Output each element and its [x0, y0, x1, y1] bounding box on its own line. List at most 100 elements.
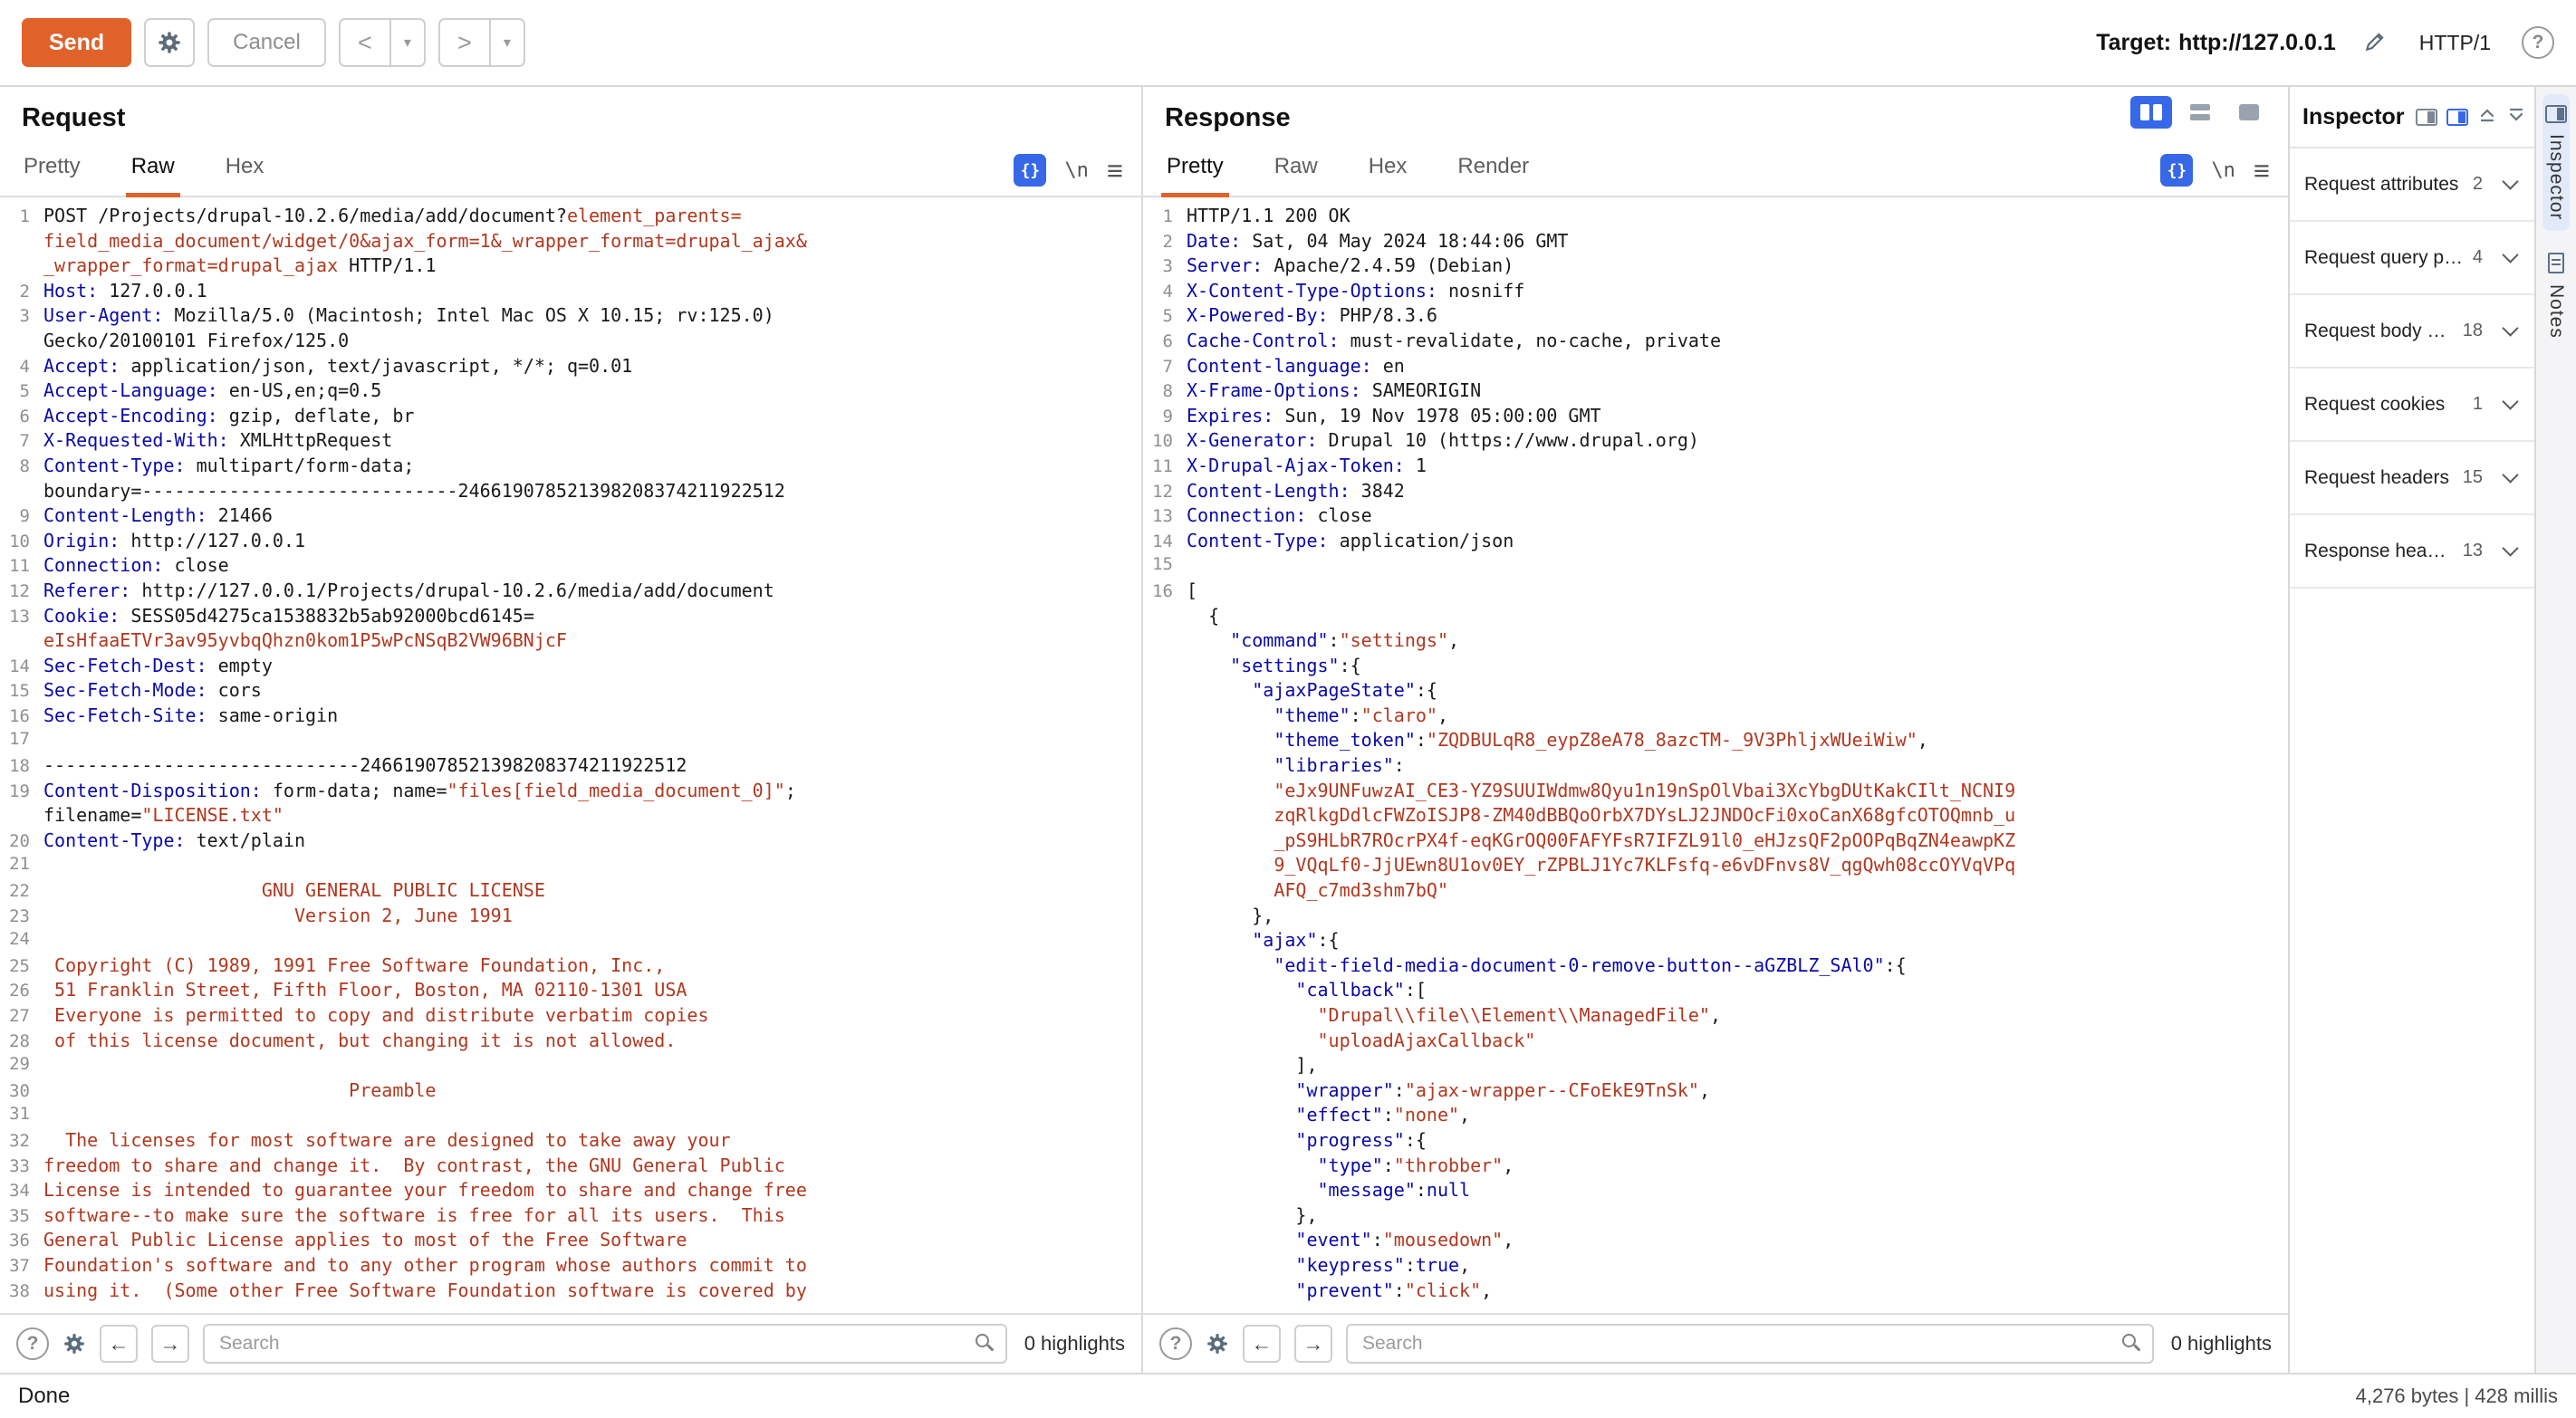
show-newlines-toggle[interactable]: \n [2211, 159, 2235, 182]
history-back-caret[interactable]: ▾ [389, 20, 424, 65]
line-text: Content-Type: text/plain [43, 829, 305, 851]
code-line: _wrapper_format=drupal_ajax HTTP/1.1 [0, 254, 1141, 280]
target-value: http://127.0.0.1 [2178, 30, 2336, 55]
inspector-section-response-headers[interactable]: Response headers13 [2290, 515, 2534, 589]
tab-pretty[interactable]: Pretty [18, 154, 86, 197]
layout-toggle-group [2130, 96, 2270, 129]
line-text: of this license document, but changing i… [43, 1030, 676, 1051]
line-text: Accept-Encoding: gzip, deflate, br [43, 405, 414, 426]
dock-tab-notes[interactable]: Notes [2542, 242, 2570, 350]
search-settings-button[interactable] [1206, 1332, 1229, 1356]
line-text: "prevent":"click", [1187, 1279, 1492, 1301]
help-icon[interactable]: ? [2522, 26, 2554, 59]
tab-render[interactable]: Render [1452, 154, 1534, 197]
braces-icon: {} [2167, 161, 2187, 180]
tab-hex[interactable]: Hex [1363, 154, 1413, 197]
line-text: Foundation's software and to any other p… [43, 1254, 807, 1276]
status-message: Done [18, 1384, 70, 1409]
tab-hex[interactable]: Hex [220, 154, 270, 197]
line-number: 16 [0, 706, 43, 726]
http-version-selector[interactable]: HTTP/1 [2419, 31, 2491, 55]
line-text: "type":"throbber", [1187, 1155, 1514, 1176]
request-editor-icons: {} \n ≡ [1014, 154, 1123, 196]
prev-match-button[interactable]: ← [100, 1325, 138, 1363]
editor-menu-button[interactable]: ≡ [2254, 157, 2270, 185]
inspector-section-request-headers[interactable]: Request headers15 [2290, 442, 2534, 515]
section-count: 2 [2464, 174, 2483, 195]
inspector-section-request-attributes[interactable]: Request attributes2 [2290, 149, 2534, 222]
tab-pretty[interactable]: Pretty [1161, 154, 1229, 197]
line-number: 23 [0, 906, 43, 926]
side-dock-strip: Inspector Notes [2534, 87, 2576, 1373]
send-button[interactable]: Send [22, 18, 131, 67]
code-line: "keypress":true, [1143, 1254, 2288, 1279]
line-text: "theme_token":"ZQDBULqR8_eypZ8eA78_8azcT… [1187, 729, 1928, 751]
expand-all-icon[interactable] [2506, 105, 2526, 129]
request-title: Request [22, 103, 1120, 133]
inspector-sections: Request attributes2Request query paramet… [2290, 147, 2534, 589]
line-number: 14 [1143, 532, 1187, 551]
line-text: The licenses for most software are desig… [43, 1129, 731, 1151]
history-forward-button[interactable]: > [440, 20, 489, 65]
code-line: 9Expires: Sun, 19 Nov 1978 05:00:00 GMT [1143, 405, 2288, 430]
tab-raw[interactable]: Raw [1269, 154, 1323, 197]
next-match-button[interactable]: → [151, 1325, 189, 1363]
line-text: "command":"settings", [1187, 629, 1459, 651]
inspector-dock-icon [2545, 105, 2567, 123]
response-editor[interactable]: 1HTTP/1.1 200 OK2Date: Sat, 04 May 2024 … [1143, 197, 2288, 1313]
line-text: Sec-Fetch-Site: same-origin [43, 704, 338, 726]
layout-rows-button[interactable] [2179, 96, 2221, 129]
history-forward-caret[interactable]: ▾ [489, 20, 524, 65]
response-search-input[interactable] [1346, 1324, 2154, 1364]
inspector-section-request-query-parameters[interactable]: Request query parameters4 [2290, 222, 2534, 295]
inspector-title: Inspector [2302, 104, 2405, 130]
prev-match-button[interactable]: ← [1243, 1325, 1281, 1363]
line-text: "theme":"claro", [1187, 704, 1448, 726]
request-editor[interactable]: 1POST /Projects/drupal-10.2.6/media/add/… [0, 197, 1141, 1313]
layout-columns-button[interactable] [2130, 96, 2172, 129]
layout-single-button[interactable] [2228, 96, 2270, 129]
code-line: 8X-Frame-Options: SAMEORIGIN [1143, 379, 2288, 405]
search-settings-button[interactable] [62, 1332, 86, 1356]
send-settings-button[interactable] [144, 18, 195, 67]
editor-menu-button[interactable]: ≡ [1107, 157, 1123, 185]
next-match-button[interactable]: → [1294, 1325, 1332, 1363]
line-number: 37 [0, 1256, 43, 1276]
search-help-icon[interactable]: ? [1159, 1327, 1192, 1360]
collapse-all-icon[interactable] [2477, 105, 2497, 129]
line-number: 12 [1143, 482, 1187, 502]
code-line: 25 Copyright (C) 1989, 1991 Free Softwar… [0, 954, 1141, 980]
code-line: ], [1143, 1054, 2288, 1079]
line-text: software--to make sure the software is f… [43, 1204, 785, 1226]
code-line: 1POST /Projects/drupal-10.2.6/media/add/… [0, 205, 1141, 230]
line-text: Expires: Sun, 19 Nov 1978 05:00:00 GMT [1187, 405, 1601, 426]
line-text: -----------------------------24661907852… [43, 754, 687, 776]
tab-raw[interactable]: Raw [126, 154, 180, 197]
code-line: 36General Public License applies to most… [0, 1229, 1141, 1254]
code-line: eIsHfaaETVr3av95yvbqQhzn0kom1P5wPcNSqB2V… [0, 629, 1141, 655]
dock-tab-inspector[interactable]: Inspector [2542, 94, 2570, 231]
dock-tab-label: Notes [2545, 284, 2567, 339]
line-text: "progress":{ [1187, 1129, 1427, 1151]
search-help-icon[interactable]: ? [16, 1327, 49, 1360]
inspector-section-request-body-parameters[interactable]: Request body parameters18 [2290, 295, 2534, 369]
show-newlines-toggle[interactable]: \n [1064, 159, 1089, 182]
cancel-button[interactable]: Cancel [207, 18, 326, 67]
search-icon [2122, 1334, 2136, 1347]
main-area: Request Pretty Raw Hex {} \n ≡ 1POST /Proj… [0, 87, 2576, 1373]
code-line: 7X-Requested-With: XMLHttpRequest [0, 429, 1141, 455]
line-text: "keypress":true, [1187, 1254, 1470, 1276]
code-line: "libraries": [1143, 754, 2288, 780]
line-text: }, [1187, 1204, 1318, 1226]
inspector-layout-split-icon[interactable] [2416, 109, 2437, 126]
inspector-layout-dock-icon[interactable] [2446, 109, 2468, 126]
request-search-input[interactable] [203, 1324, 1007, 1364]
syntax-highlight-toggle[interactable]: {} [2160, 154, 2193, 187]
inspector-section-request-cookies[interactable]: Request cookies1 [2290, 369, 2534, 442]
line-number: 10 [1143, 431, 1187, 451]
response-panel-header: Response [1143, 87, 2288, 143]
history-back-button[interactable]: < [341, 20, 389, 65]
edit-target-button[interactable] [2363, 30, 2387, 56]
syntax-highlight-toggle[interactable]: {} [1014, 154, 1046, 187]
line-number: 2 [0, 282, 43, 302]
